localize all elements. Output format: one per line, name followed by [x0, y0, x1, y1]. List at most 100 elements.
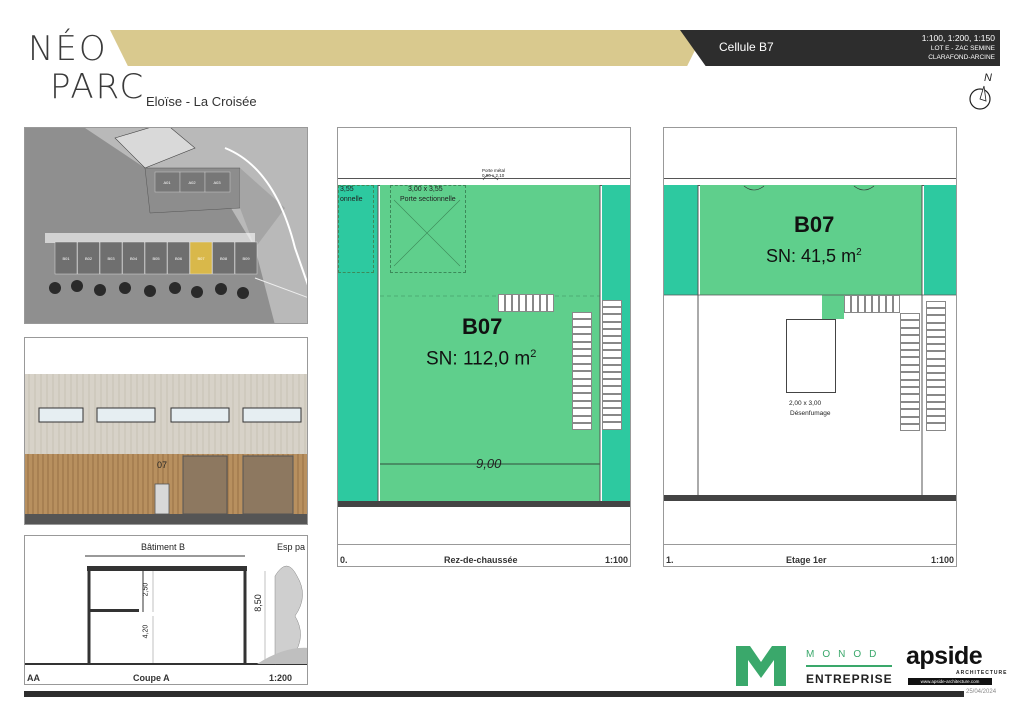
stair-step: [572, 371, 592, 379]
facade-panel: 07: [24, 337, 308, 525]
monod-bottom: ENTREPRISE: [806, 672, 893, 686]
stair-step: [602, 372, 622, 380]
gf-caption-scale: 1:100: [605, 555, 629, 565]
site-unit-label: B05: [152, 256, 160, 261]
stair-step: [547, 294, 554, 312]
site-unit-label: B03: [107, 256, 115, 261]
header-gold-band: [110, 30, 705, 66]
stair-step: [602, 422, 622, 430]
gf-sn-exp: 2: [530, 348, 537, 360]
stair-step: [900, 313, 920, 321]
site-upper-unit-label: A03: [213, 180, 221, 185]
logo-bottom: PARC: [50, 67, 146, 107]
stair-step: [926, 423, 946, 431]
site-unit-label: B09: [242, 256, 250, 261]
monod-top: MONOD: [806, 649, 885, 660]
stair-step: [879, 295, 886, 313]
stair-step: [926, 322, 946, 330]
stair-step: [893, 295, 900, 313]
stair-step: [900, 379, 920, 387]
facade-drawing: [25, 338, 307, 524]
facade-unit-label: 07: [157, 460, 168, 470]
stair-step: [512, 294, 519, 312]
ff-room-code: B07: [794, 212, 835, 237]
stair-step: [602, 300, 622, 308]
stair-step: [602, 400, 622, 408]
stair-step: [572, 393, 592, 401]
stair-step: [900, 364, 920, 373]
site-unit-label: B01: [62, 256, 70, 261]
stair-step: [572, 349, 592, 357]
section-caption-scale: 1:200: [269, 673, 293, 683]
stair-step: [844, 295, 851, 313]
footer-bar: [24, 691, 964, 697]
section-caption-title: Coupe A: [133, 673, 170, 683]
stair-step: [926, 337, 946, 345]
monod-divider: [806, 665, 892, 667]
stair-step: [572, 378, 592, 386]
stair-step: [900, 394, 920, 402]
logo-top: NÉO: [28, 29, 108, 69]
apside-url-bar: www.apside-architecture.com: [908, 678, 992, 685]
stair-step: [926, 409, 946, 417]
stair-step: [858, 295, 865, 313]
stair-step: [900, 372, 920, 380]
stair-step: [572, 356, 592, 364]
stair-step: [602, 321, 622, 329]
stair-step: [572, 415, 592, 423]
gf-width-dim: 9,00: [476, 456, 502, 471]
stair-step: [602, 379, 622, 387]
site-plan-panel: B01 B02 B03 B04 B05 B06 B07 B08 B09 A01 A02 A03: [24, 127, 308, 324]
section-side-label: Esp pa: [277, 542, 306, 552]
stair-step: [540, 294, 547, 312]
stair-step: [926, 380, 946, 388]
stair-step: [900, 424, 920, 432]
stair-step: [602, 408, 622, 416]
stair-step: [926, 416, 946, 424]
stair-step: [602, 328, 622, 336]
dim-total: 8,50: [252, 594, 263, 612]
ff-smoke-label: Désenfumage: [790, 410, 831, 417]
stair-step: [926, 301, 946, 309]
gf-sn-value: 112,0 m: [462, 348, 531, 370]
ff-room-area: SN: 41,5 m2: [766, 246, 862, 267]
stair-step: [900, 350, 920, 358]
stair-step: [926, 365, 946, 373]
stair-step: [572, 334, 592, 342]
stair-step: [533, 294, 540, 312]
gf-room-area: SN: 112,0 m2: [426, 348, 536, 370]
dim-upper: 2,50: [142, 582, 150, 597]
stair-step: [572, 400, 592, 409]
stair-step: [926, 387, 946, 395]
ff-caption-title: Etage 1er: [786, 555, 827, 565]
ff-sn-value: 41,5 m: [801, 246, 857, 266]
site-unit-label: B02: [85, 256, 93, 261]
monod-logo-icon: [736, 646, 786, 686]
ff-caption-num: 1.: [666, 555, 674, 565]
stair-step: [900, 357, 920, 365]
gf-caption-title: Rez-de-chaussée: [444, 555, 518, 565]
stair-step: [926, 329, 946, 337]
project-name: Eloïse - La Croisée: [146, 94, 257, 109]
dim-lower: 4,20: [142, 624, 150, 639]
north-label: N: [984, 72, 992, 84]
gf-room-code: B07: [462, 314, 503, 339]
site-unit-label: B06: [175, 256, 183, 261]
stair-step: [926, 373, 946, 381]
stair-step: [926, 351, 946, 359]
stair-step: [602, 343, 622, 351]
stair-step: [572, 386, 592, 394]
stair-step: [900, 320, 920, 328]
stair-step: [886, 295, 893, 313]
north-arrow-icon: [964, 74, 998, 114]
stair-step: [602, 393, 622, 401]
stair-step: [900, 327, 920, 336]
stair-step: [602, 336, 622, 344]
stair-step: [900, 409, 920, 417]
stair-step: [572, 408, 592, 416]
site-upper-unit-label: A01: [163, 180, 171, 185]
stair-step: [602, 386, 622, 394]
stair-step: [900, 342, 920, 350]
ff-smoke-size: 2,00 x 3,00: [789, 400, 822, 407]
lot-text: LOT E - ZAC SEMINE: [930, 45, 995, 52]
